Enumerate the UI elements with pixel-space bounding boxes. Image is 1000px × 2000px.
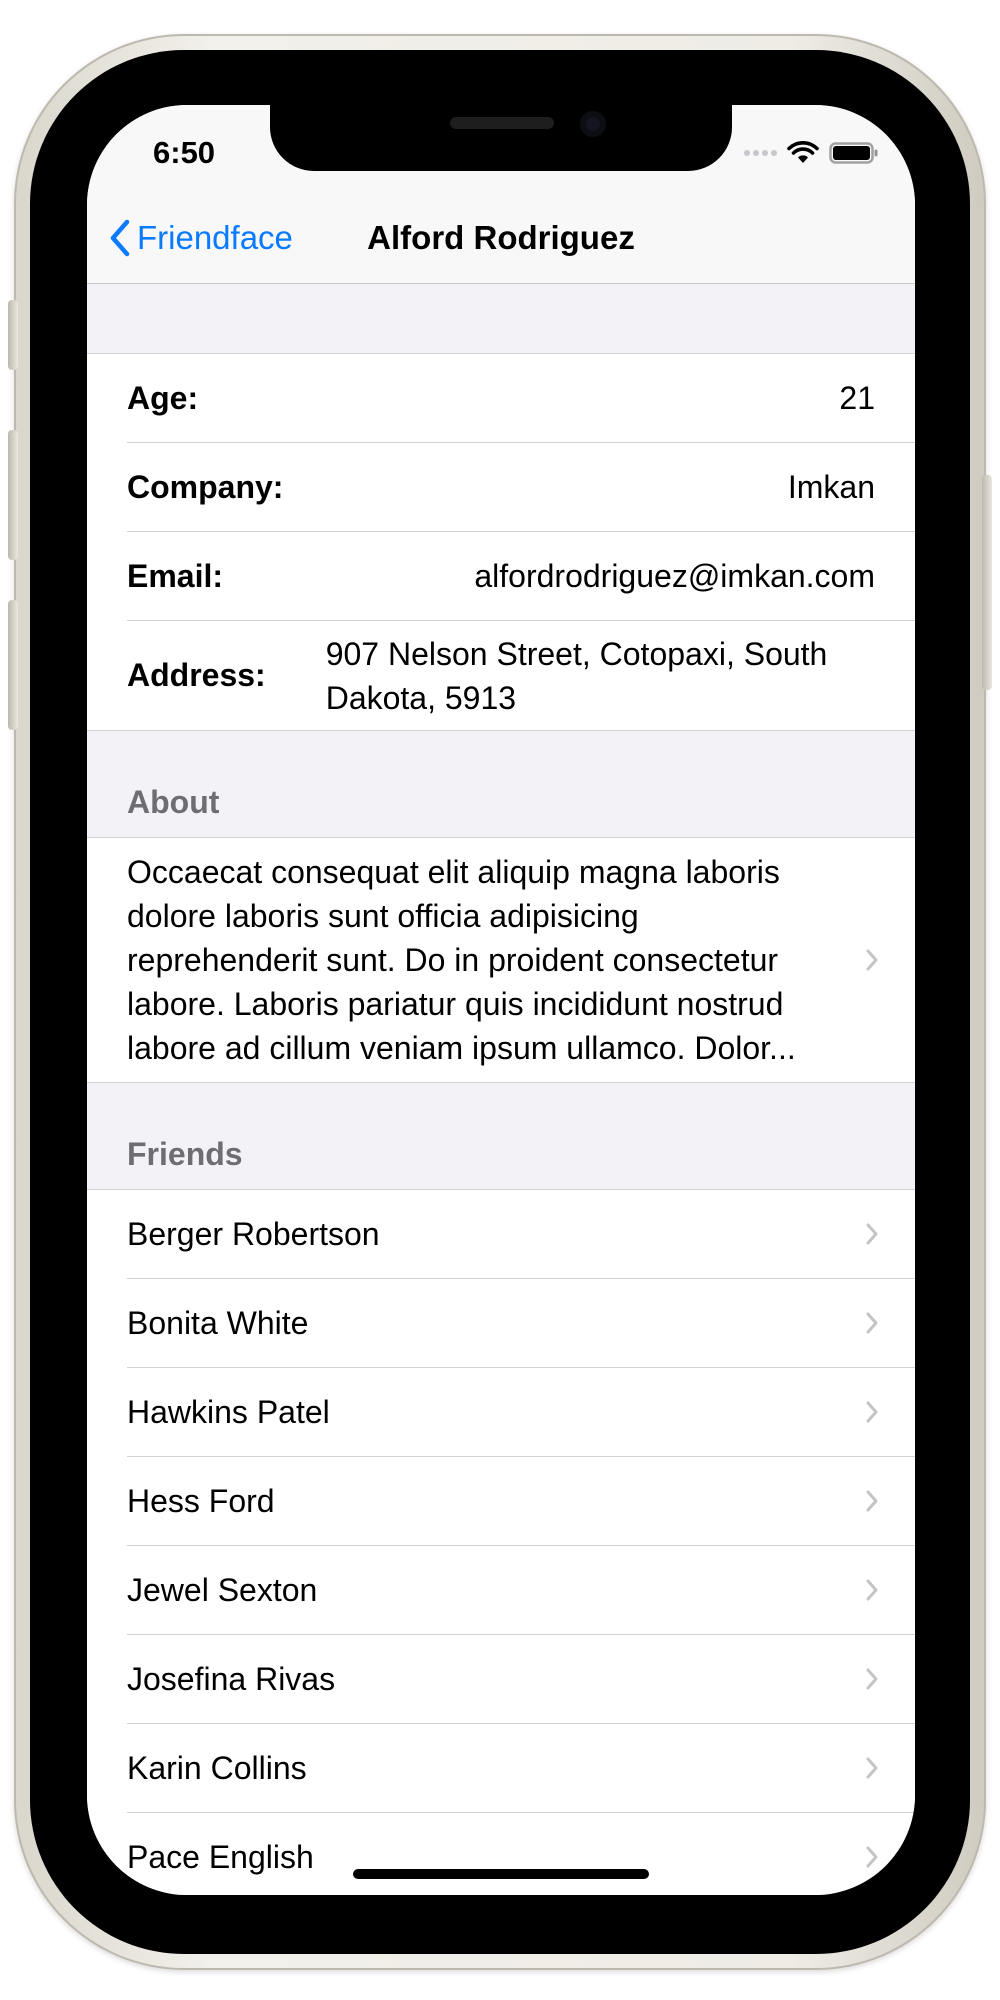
address-label: Address: [127,657,266,693]
wifi-icon [787,141,819,163]
company-row: Company: Imkan [127,443,915,532]
battery-icon [829,142,878,164]
friend-name: Jewel Sexton [127,1571,318,1608]
age-label: Age: [127,379,199,416]
chevron-right-icon [866,1312,878,1334]
friend-row[interactable]: Josefina Rivas [127,1635,915,1724]
chevron-right-icon [866,1846,878,1868]
chevron-right-icon [866,949,878,971]
details-group: Age: 21 Company: Imkan Email: alfordrodr… [87,353,915,731]
chevron-right-icon [866,1757,878,1779]
top-section-gap [87,284,915,353]
home-indicator[interactable] [353,1869,649,1879]
speaker-grille [450,117,554,129]
email-row: Email: alfordrodriguez@imkan.com [127,532,915,621]
about-group: Occaecat consequat elit aliquip magna la… [87,837,915,1083]
friend-name: Josefina Rivas [127,1660,336,1697]
friend-row[interactable]: Karin Collins [127,1724,915,1813]
volume-down-button [8,600,18,730]
age-row: Age: 21 [127,354,915,443]
status-time: 6:50 [153,135,216,170]
friend-name: Karin Collins [127,1749,307,1786]
friend-row[interactable]: Bonita White [127,1279,915,1368]
friends-header-label: Friends [127,1136,243,1172]
age-value: 21 [839,379,875,416]
screen: 6:50 Friendface Alford Rodriguez Age: 21… [87,105,915,1895]
friends-group: Berger Robertson Bonita White Hawkins Pate… [87,1189,915,1895]
company-label: Company: [127,468,284,505]
friends-section-header: Friends [87,1083,915,1189]
friend-name: Berger Robertson [127,1215,380,1252]
friend-name: Pace English [127,1838,314,1875]
friend-row[interactable]: Pace English [127,1813,915,1895]
chevron-right-icon [866,1223,878,1245]
mute-switch [8,300,18,370]
friend-row[interactable]: Hess Ford [127,1457,915,1546]
friend-row[interactable]: Hawkins Patel [127,1368,915,1457]
navigation-bar: Friendface Alford Rodriguez [87,201,915,284]
cellular-signal-icon [744,150,777,156]
chevron-right-icon [866,1401,878,1423]
email-value: alfordrodriguez@imkan.com [474,557,875,594]
detail-list: Age: 21 Company: Imkan Email: alfordrodr… [87,284,915,1895]
company-value: Imkan [787,468,875,505]
address-row: Address: 907 Nelson Street, Cotopaxi, So… [127,621,915,730]
front-camera [580,111,606,137]
notch [270,105,732,171]
about-text: Occaecat consequat elit aliquip magna la… [127,854,796,1066]
about-header-label: About [127,784,220,820]
page-title: Alford Rodriguez [367,219,635,256]
chevron-right-icon [866,1668,878,1690]
about-section-header: About [87,731,915,837]
about-row[interactable]: Occaecat consequat elit aliquip magna la… [127,838,915,1082]
status-icons [744,141,879,165]
friend-row[interactable]: Berger Robertson [127,1190,915,1279]
email-label: Email: [127,557,224,594]
chevron-right-icon [866,1490,878,1512]
chevron-right-icon [866,1579,878,1601]
friend-row[interactable]: Jewel Sexton [127,1546,915,1635]
power-button [982,475,992,690]
friend-name: Hawkins Patel [127,1393,330,1430]
volume-up-button [8,430,18,560]
friend-name: Hess Ford [127,1482,275,1519]
address-value: 907 Nelson Street, Cotopaxi, South Dakot… [325,635,828,716]
friend-name: Bonita White [127,1304,309,1341]
